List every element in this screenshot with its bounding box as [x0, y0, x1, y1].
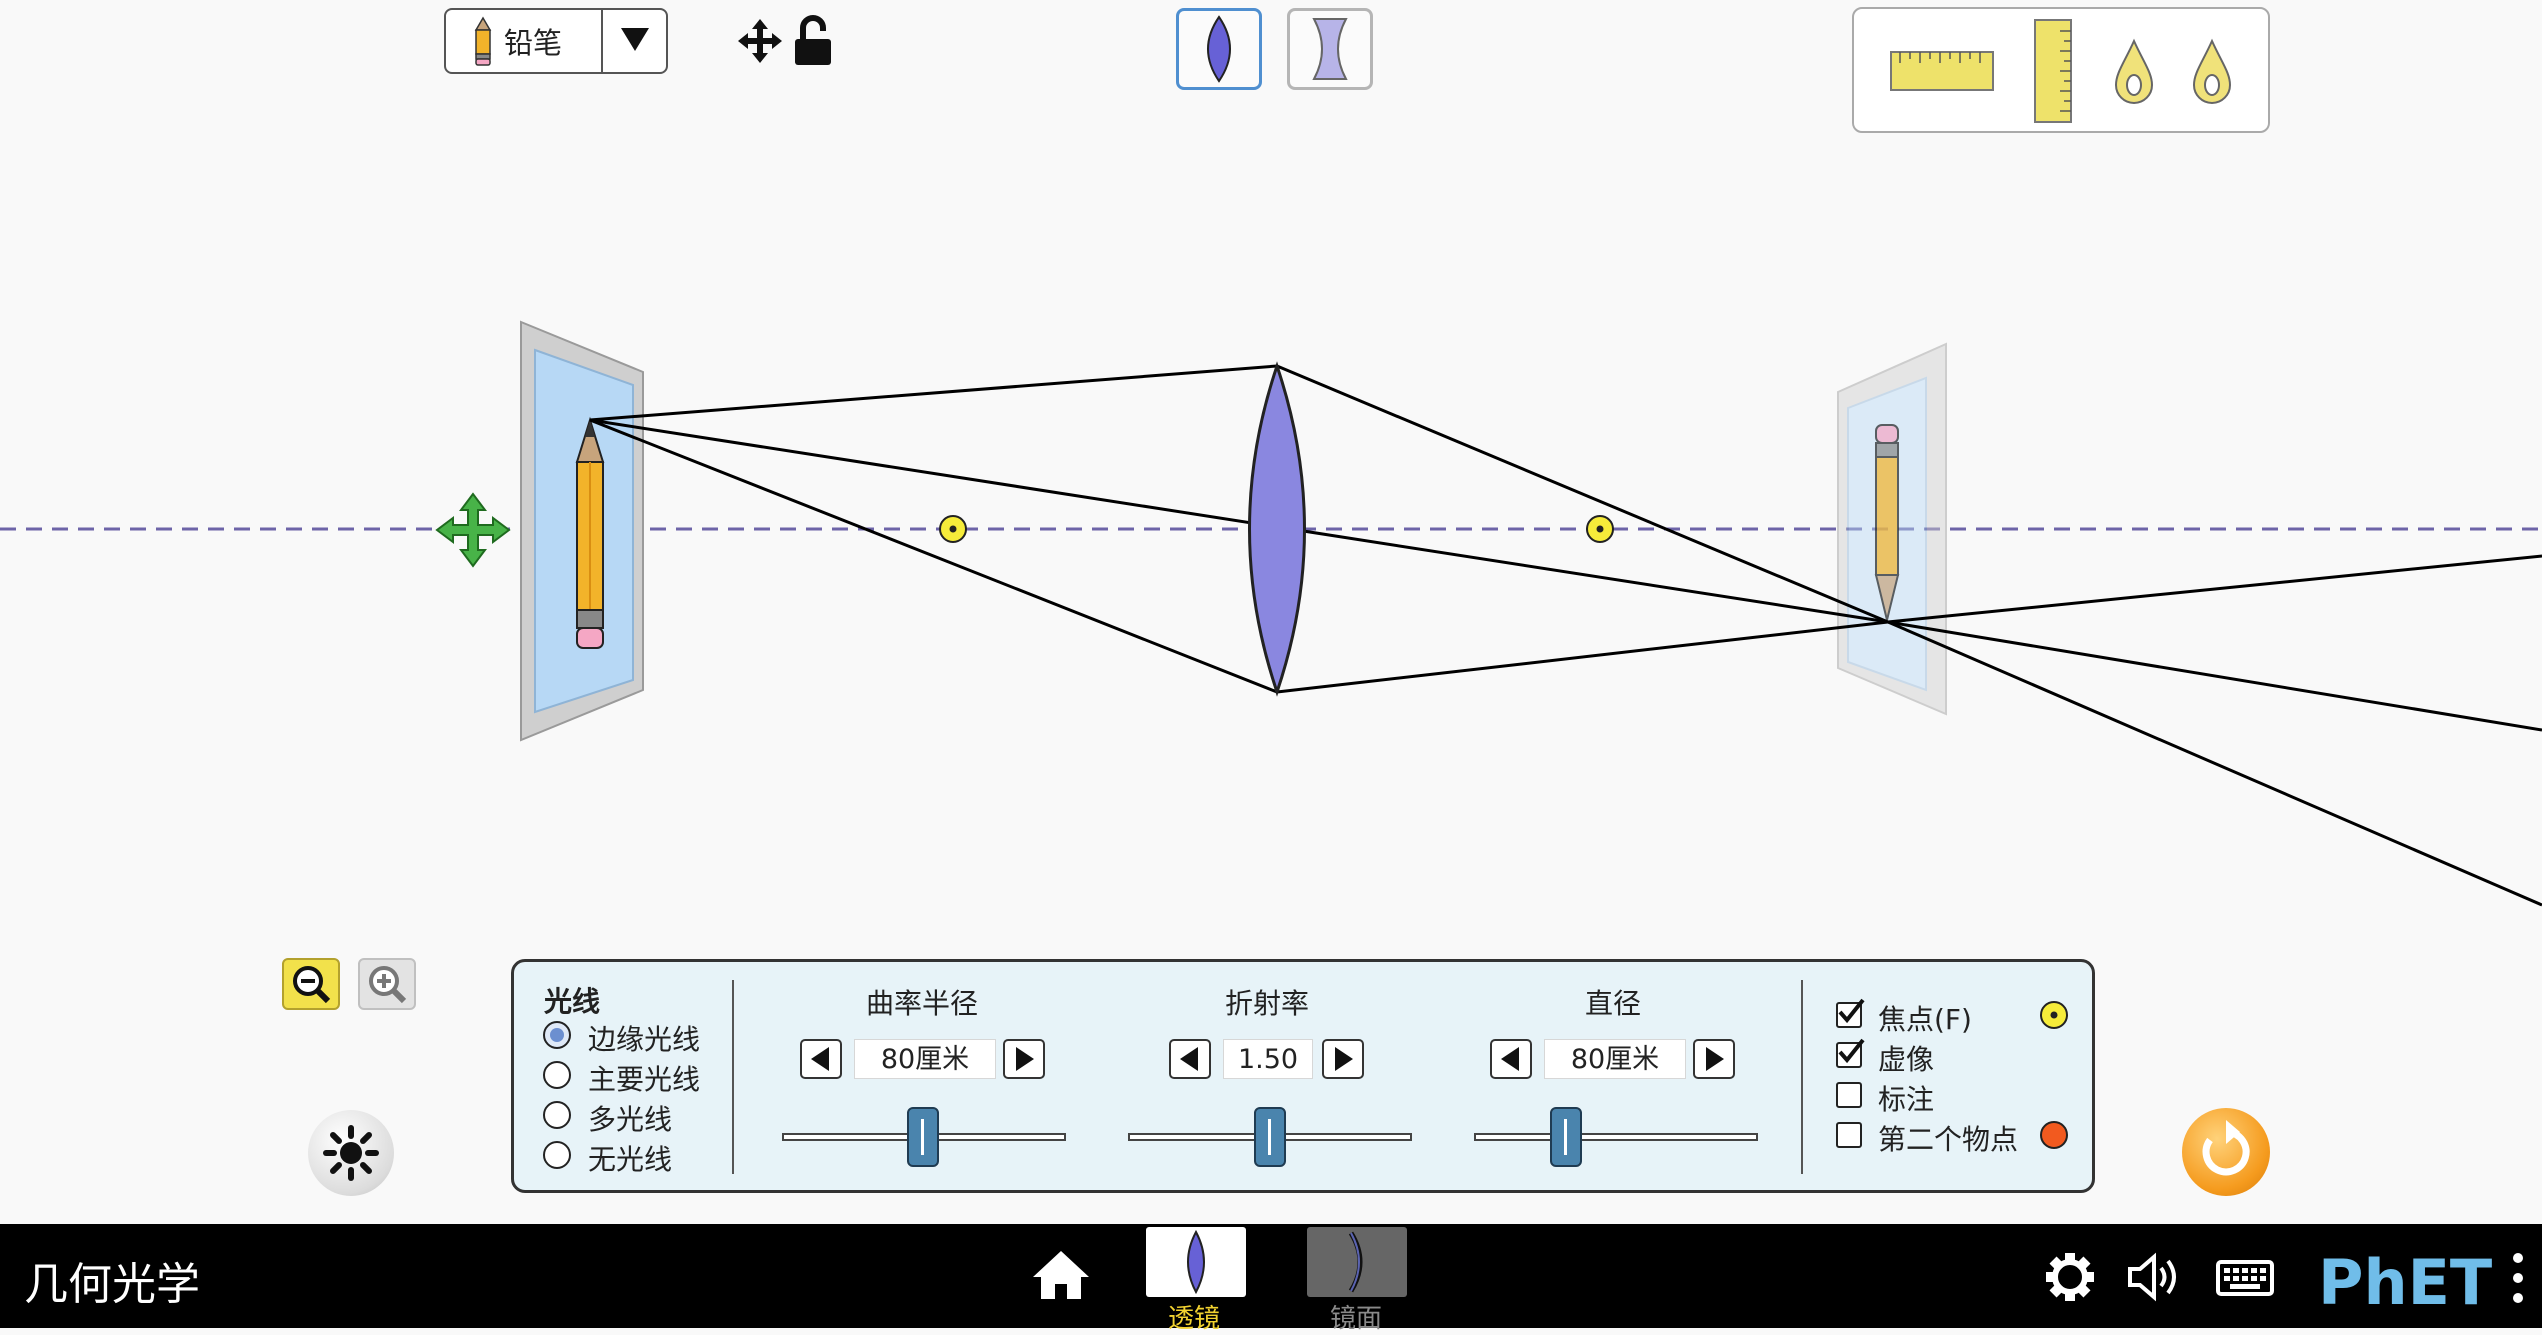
unlock-icon[interactable] [793, 15, 839, 67]
index-increment-button[interactable] [1322, 1039, 1364, 1079]
tab-lens-label: 透镜 [1168, 1304, 1221, 1334]
control-panel: 光线 边缘光线 主要光线 多光线 无光线 曲率半径 80厘米 折射率 1.50 … [511, 959, 2095, 1193]
checkbox-second-point[interactable] [1836, 1122, 1862, 1148]
checkbox-focal-points[interactable] [1836, 998, 1865, 1028]
radio-label-none: 无光线 [588, 1143, 673, 1176]
radio-label-principal: 主要光线 [588, 1063, 701, 1096]
panel-divider [732, 980, 734, 1174]
zoom-out-button[interactable] [282, 958, 340, 1010]
index-label: 折射率 [1225, 987, 1310, 1020]
reset-button[interactable] [2182, 1108, 2270, 1196]
radius-label: 曲率半径 [866, 987, 979, 1020]
selector-divider [601, 10, 603, 72]
sound-icon[interactable] [2126, 1251, 2186, 1303]
radio-principal-rays[interactable] [543, 1061, 571, 1089]
tab-mirror-label: 镜面 [1330, 1304, 1383, 1334]
arrow-left-icon [1180, 1047, 1198, 1071]
radius-slider-thumb[interactable] [907, 1107, 939, 1167]
light-icon [323, 1125, 379, 1181]
radio-marginal-rays[interactable] [543, 1021, 571, 1049]
app-title: 几何光学 [24, 1259, 200, 1310]
diameter-slider-thumb[interactable] [1550, 1107, 1582, 1167]
reset-icon [2202, 1120, 2250, 1176]
focal-point-left[interactable] [939, 515, 967, 543]
rays [589, 364, 2542, 907]
checkbox-label-labels: 标注 [1878, 1083, 1935, 1116]
radius-decrement-button[interactable] [800, 1039, 842, 1079]
index-value: 1.50 [1223, 1039, 1313, 1079]
radio-label-many: 多光线 [588, 1103, 673, 1136]
arrow-left-icon [811, 1047, 829, 1071]
radius-increment-button[interactable] [1003, 1039, 1045, 1079]
more-options-icon[interactable] [2508, 1248, 2528, 1310]
index-decrement-button[interactable] [1169, 1039, 1211, 1079]
object-selector-label: 铅笔 [504, 26, 563, 60]
zoom-out-icon [293, 966, 331, 1004]
mirror-icon [1348, 1231, 1363, 1293]
zoom-in-icon [369, 966, 407, 1004]
convex-lens-icon [1187, 1229, 1205, 1295]
move-object-handle[interactable] [435, 492, 511, 568]
diameter-label: 直径 [1585, 987, 1642, 1020]
focal-point-right[interactable] [1586, 515, 1614, 543]
home-icon[interactable] [1030, 1248, 1092, 1302]
checkbox-label-virtual: 虚像 [1878, 1043, 1935, 1076]
focal-point-icon [2040, 1001, 2068, 1029]
arrow-right-icon [1016, 1047, 1034, 1071]
check-icon [1838, 1038, 1865, 1064]
ruler-horizontal-icon[interactable] [1890, 51, 1994, 91]
concave-lens-button[interactable] [1287, 8, 1373, 90]
move-icon[interactable] [736, 17, 784, 65]
diameter-slider-track[interactable] [1474, 1133, 1758, 1141]
object-selector[interactable]: 铅笔 [444, 8, 668, 74]
image-pencil [1874, 424, 1900, 621]
diameter-value: 80厘米 [1544, 1039, 1686, 1079]
tab-mirror[interactable] [1307, 1227, 1407, 1297]
checkbox-virtual-image[interactable] [1836, 1038, 1865, 1068]
check-icon [1838, 998, 1865, 1024]
concave-lens-icon [1312, 18, 1348, 80]
tab-lens[interactable] [1146, 1227, 1246, 1297]
arrow-left-icon [1501, 1047, 1519, 1071]
brand-text: PhET [2318, 1246, 2492, 1314]
checkbox-label-focal: 焦点(F) [1878, 1003, 1972, 1036]
pencil-icon [474, 16, 492, 66]
diameter-decrement-button[interactable] [1490, 1039, 1532, 1079]
position-marker-icon[interactable] [2110, 37, 2158, 107]
checkbox-label-second-point: 第二个物点 [1878, 1123, 2019, 1156]
ruler-vertical-icon[interactable] [2034, 19, 2072, 123]
rays-title: 光线 [544, 985, 601, 1018]
keyboard-icon[interactable] [2216, 1254, 2274, 1300]
phet-logo[interactable]: PhET [2316, 1244, 2496, 1314]
convex-lens-icon [1207, 15, 1231, 83]
panel-divider [1801, 980, 1803, 1174]
radio-no-rays[interactable] [543, 1141, 571, 1169]
object-pencil[interactable] [575, 416, 605, 649]
zoom-in-button[interactable] [358, 958, 416, 1010]
diameter-increment-button[interactable] [1693, 1039, 1735, 1079]
convex-lens-button[interactable] [1176, 8, 1262, 90]
radio-label-marginal: 边缘光线 [588, 1023, 701, 1056]
light-rays-button[interactable] [308, 1110, 394, 1196]
position-marker-icon[interactable] [2188, 37, 2236, 107]
arrow-right-icon [1335, 1047, 1353, 1071]
gear-icon[interactable] [2044, 1251, 2096, 1303]
radio-many-rays[interactable] [543, 1101, 571, 1129]
convex-lens[interactable] [1248, 361, 1306, 697]
checkbox-labels[interactable] [1836, 1082, 1862, 1108]
radius-value: 80厘米 [854, 1039, 996, 1079]
chevron-down-icon[interactable] [618, 24, 652, 54]
second-point-icon [2040, 1121, 2068, 1149]
toolbox [1852, 7, 2270, 133]
index-slider-thumb[interactable] [1254, 1107, 1286, 1167]
arrow-right-icon [1706, 1047, 1724, 1071]
